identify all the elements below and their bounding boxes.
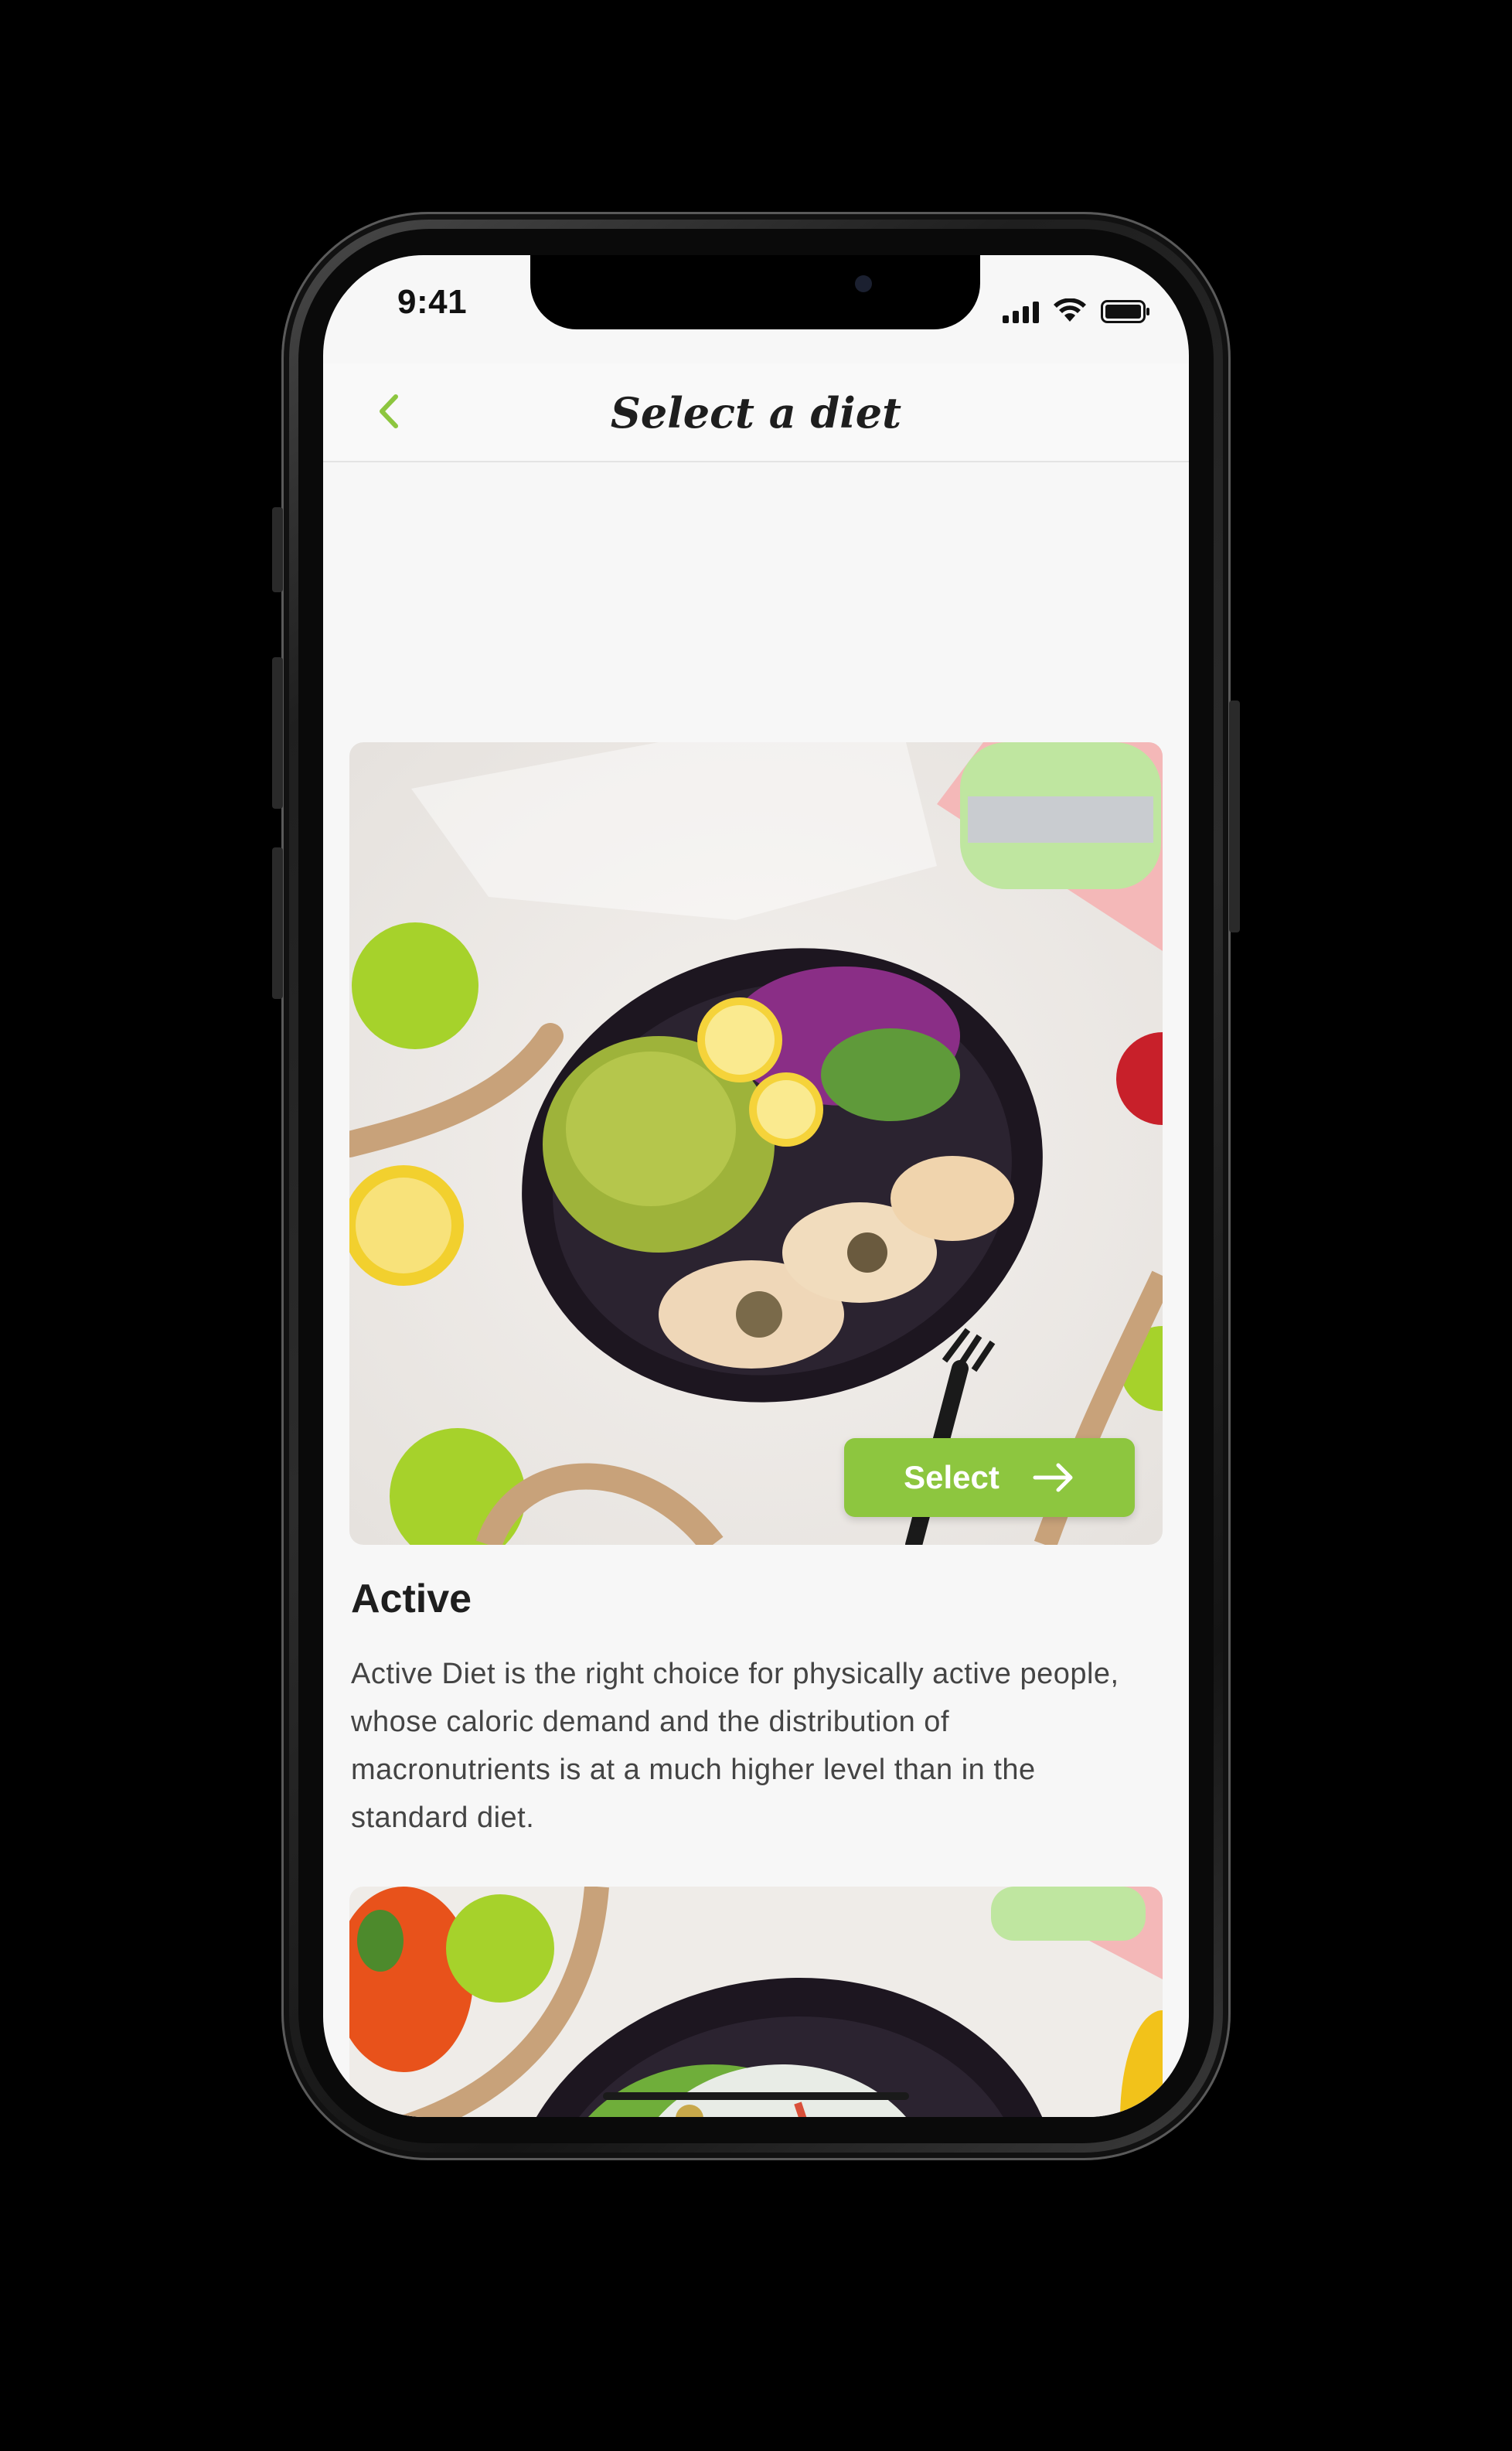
arrow-right-icon	[1033, 1463, 1073, 1492]
camera-icon	[855, 275, 872, 292]
app-screen: 9:41 Select a diet Select Active Active …	[323, 255, 1189, 2117]
select-button-label: Select	[904, 1459, 999, 1495]
diet-card-image-active[interactable]: Select	[349, 742, 1163, 1545]
page-title: Select a diet	[610, 388, 902, 438]
volume-down-button	[272, 847, 283, 999]
wifi-icon	[1054, 298, 1086, 322]
status-time: 9:41	[397, 283, 468, 321]
diet-description: Active Diet is the right choice for phys…	[351, 1658, 1119, 1834]
meal-photo	[349, 1887, 1163, 2117]
diet-card-image-second[interactable]	[349, 1887, 1163, 2117]
volume-up-button	[272, 657, 283, 809]
notch	[530, 255, 980, 329]
status-icons	[1003, 298, 1150, 323]
diet-name: Active	[351, 1577, 472, 1621]
home-indicator[interactable]	[603, 2092, 909, 2100]
meal-photo	[349, 742, 1163, 1545]
power-button	[1229, 701, 1240, 932]
battery-icon	[1101, 300, 1149, 323]
status-bar: 9:41	[323, 255, 1189, 363]
mute-switch	[272, 507, 283, 592]
nav-header: Select a diet	[323, 363, 1189, 462]
select-button-active[interactable]: Select	[844, 1438, 1135, 1517]
device-mockup: 9:41 Select a diet Select Active Active …	[0, 0, 1512, 2451]
signal-icon	[1003, 302, 1039, 323]
